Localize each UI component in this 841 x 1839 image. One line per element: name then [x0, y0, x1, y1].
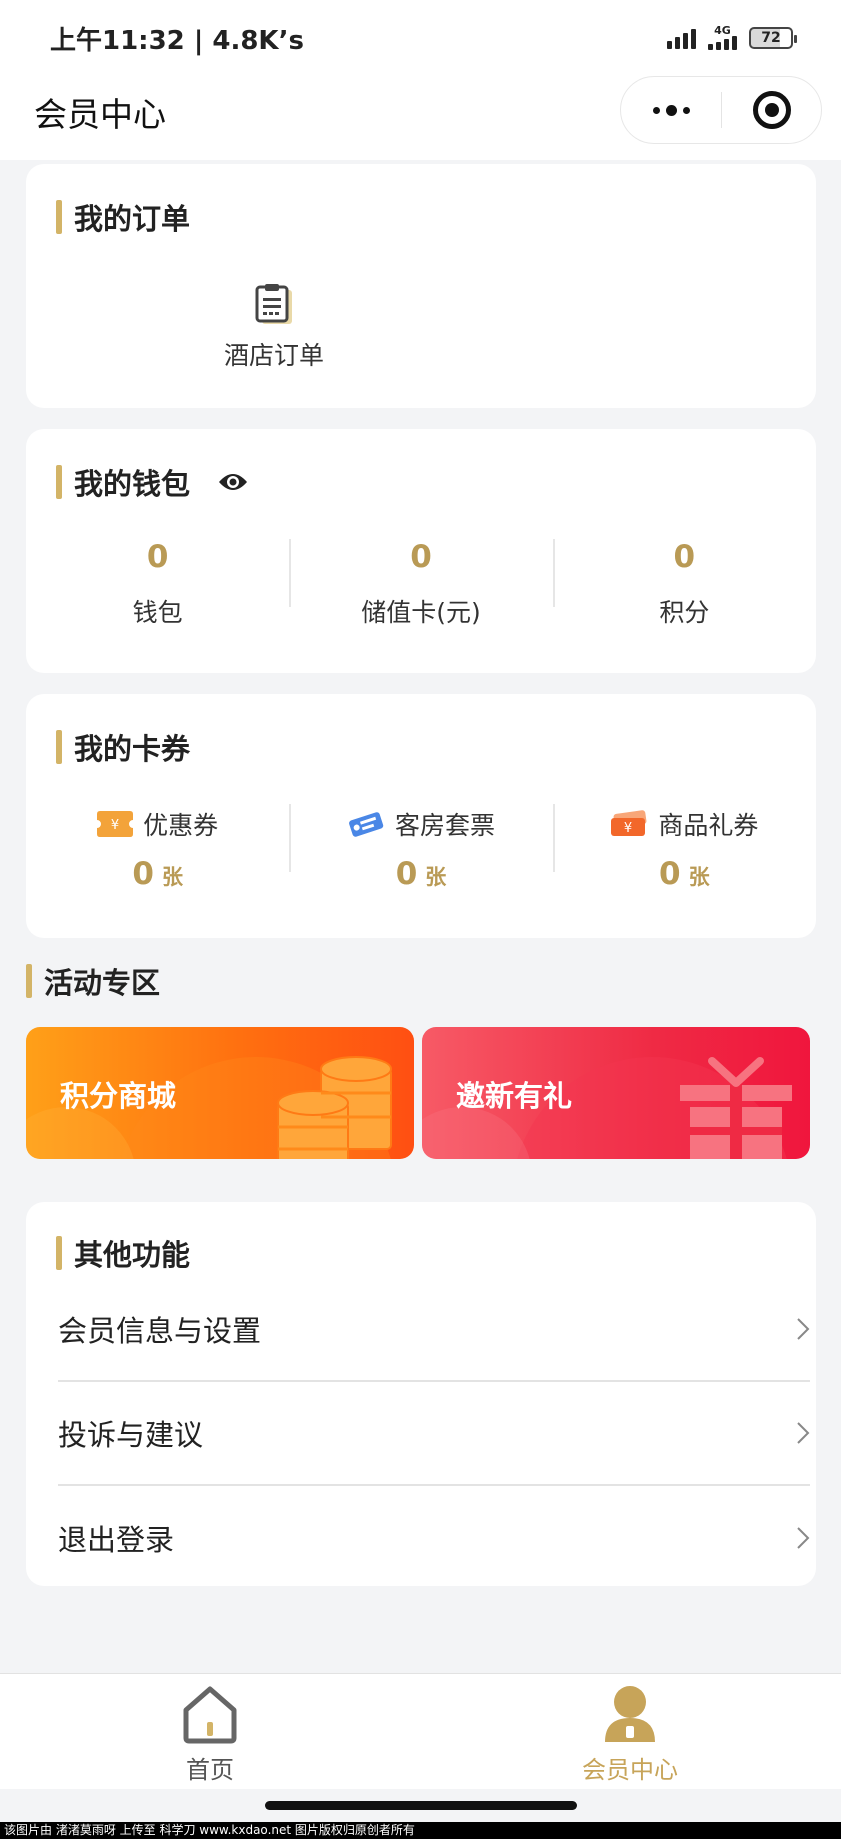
watermark: 该图片由 渚渚莫雨呀 上传至 科学刀 www.kxdao.net 图片版权归原创… — [0, 1822, 841, 1839]
wallet-balance[interactable]: 0 钱包 — [26, 539, 289, 629]
wallet-stats: 0 钱包 0 储值卡(元) 0 积分 — [26, 539, 816, 629]
more-button[interactable] — [621, 77, 721, 143]
logout-label: 退出登录 — [58, 1523, 175, 1557]
network-signal-icon — [708, 36, 737, 50]
points-value: 0 — [673, 539, 696, 575]
network-indicator: 4G — [708, 24, 737, 50]
coupon-count: 0 — [132, 856, 154, 892]
coupons-title: 我的卡券 — [74, 732, 191, 766]
status-indicators: 4G 72 — [667, 22, 797, 54]
points-label: 积分 — [659, 598, 710, 627]
page-title: 会员中心 — [34, 95, 166, 134]
other-title: 其他功能 — [74, 1238, 191, 1272]
orders-title: 我的订单 — [74, 202, 191, 236]
gift-voucher-unit: 张 — [688, 865, 710, 889]
gift-voucher-icon: ¥ — [611, 810, 647, 836]
room-package-item[interactable]: 客房套票 0 张 — [289, 804, 552, 892]
room-package-unit: 张 — [425, 865, 447, 889]
chevron-right-icon — [797, 1318, 810, 1340]
member-settings-label: 会员信息与设置 — [58, 1314, 262, 1348]
clipboard-icon — [255, 284, 292, 324]
room-package-label: 客房套票 — [394, 811, 495, 840]
section-accent-bar — [56, 730, 62, 764]
feedback-item[interactable]: 投诉与建议 — [58, 1382, 810, 1486]
tab-home[interactable]: 首页 — [110, 1684, 310, 1785]
activity-title: 活动专区 — [44, 966, 161, 1000]
eye-icon[interactable] — [218, 472, 248, 492]
points-mall-banner[interactable]: 积分商城 — [26, 1027, 414, 1159]
tab-member-center-label: 会员中心 — [582, 1756, 678, 1784]
target-icon — [752, 91, 791, 129]
wallet-section-title: 我的钱包 — [56, 461, 248, 503]
coupons-card: 我的卡券 ¥ 优惠券 0 张 客房套票 0 张 ¥ 商品礼券 0 张 — [26, 694, 816, 938]
other-section-title: 其他功能 — [56, 1232, 190, 1274]
more-dot-icon — [682, 106, 690, 114]
svg-text:¥: ¥ — [624, 821, 632, 836]
coupon-stats: ¥ 优惠券 0 张 客房套票 0 张 ¥ 商品礼券 0 张 — [26, 804, 816, 892]
coupon-label: 优惠券 — [143, 811, 219, 840]
section-accent-bar — [56, 1236, 62, 1270]
hotel-order-label: 酒店订单 — [223, 341, 324, 370]
chevron-right-icon — [797, 1422, 810, 1444]
tab-bar: 首页 会员中心 — [0, 1673, 841, 1789]
feedback-label: 投诉与建议 — [58, 1418, 204, 1452]
more-dot-icon — [652, 106, 660, 114]
orders-card: 我的订单 酒店订单 — [26, 164, 816, 408]
wallet-balance-label: 钱包 — [132, 598, 183, 627]
battery-level: 72 — [761, 30, 781, 46]
signal-icon — [667, 27, 696, 49]
invite-label: 邀新有礼 — [456, 1079, 573, 1113]
tab-member-center[interactable]: 会员中心 — [530, 1684, 730, 1785]
chevron-right-icon — [797, 1527, 810, 1549]
ticket-icon — [349, 812, 384, 837]
member-settings-item[interactable]: 会员信息与设置 — [58, 1278, 810, 1382]
stored-value-amount: 0 — [410, 539, 432, 575]
room-package-count: 0 — [395, 856, 418, 892]
section-accent-bar — [56, 465, 62, 499]
gift-voucher-count: 0 — [659, 856, 681, 892]
network-label: 4G — [714, 24, 731, 37]
hotel-order-button[interactable]: 酒店订单 — [194, 284, 354, 372]
coupons-section-title: 我的卡券 — [56, 726, 190, 768]
stored-value-label: 储值卡(元) — [361, 598, 481, 627]
invite-banner[interactable]: 邀新有礼 — [422, 1027, 810, 1159]
wallet-card: 我的钱包 0 钱包 0 储值卡(元) 0 积分 — [26, 429, 816, 673]
activity-section-title: 活动专区 — [26, 960, 160, 1002]
close-button[interactable] — [722, 77, 821, 143]
mini-program-capsule — [620, 76, 822, 144]
home-icon — [183, 1686, 237, 1744]
orders-section-title: 我的订单 — [56, 196, 190, 238]
logout-item[interactable]: 退出登录 — [58, 1486, 810, 1590]
coupon-unit: 张 — [161, 865, 183, 889]
section-accent-bar — [26, 964, 32, 998]
gift-voucher-label: 商品礼券 — [658, 811, 759, 840]
wallet-title: 我的钱包 — [74, 467, 191, 501]
home-indicator — [265, 1801, 577, 1810]
gift-voucher-item[interactable]: ¥ 商品礼券 0 张 — [552, 804, 816, 892]
tab-home-label: 首页 — [186, 1756, 234, 1784]
points[interactable]: 0 积分 — [552, 539, 816, 629]
other-card: 其他功能 会员信息与设置 投诉与建议 退出登录 — [26, 1202, 816, 1586]
battery-icon: 72 — [749, 27, 797, 49]
member-icon — [605, 1686, 655, 1742]
status-time: 上午11:32 | 4.8K’s — [50, 26, 304, 56]
wallet-balance-value: 0 — [146, 539, 169, 575]
coupon-item[interactable]: ¥ 优惠券 0 张 — [26, 804, 289, 892]
section-accent-bar — [56, 200, 62, 234]
coupon-icon: ¥ — [97, 811, 134, 837]
svg-text:¥: ¥ — [111, 818, 119, 833]
more-dot-icon — [665, 104, 677, 116]
stored-value-card[interactable]: 0 储值卡(元) — [289, 539, 552, 629]
points-mall-label: 积分商城 — [60, 1079, 177, 1113]
